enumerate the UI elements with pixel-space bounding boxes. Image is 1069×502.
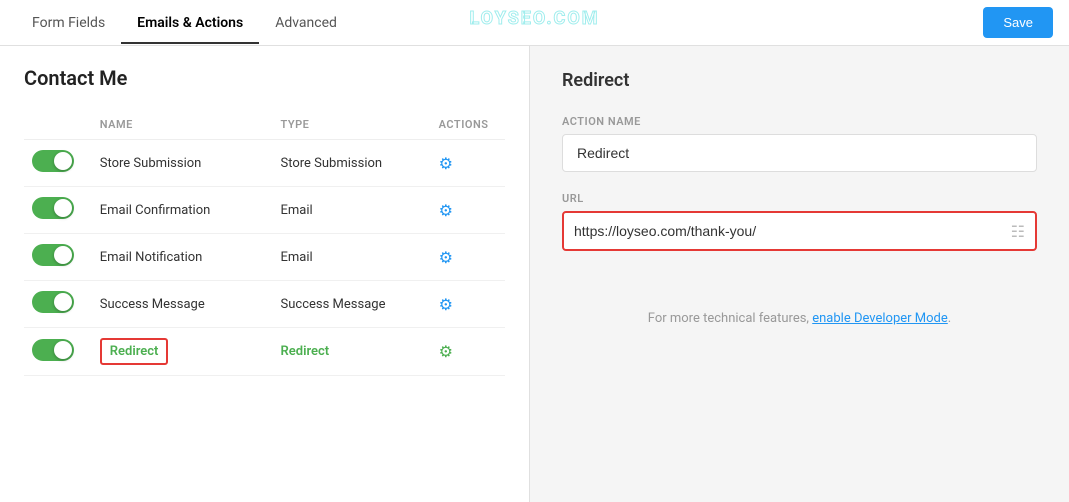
toggle-switch[interactable] xyxy=(32,339,74,361)
toggle-switch[interactable] xyxy=(32,291,74,313)
url-input-wrapper: ☷ xyxy=(562,211,1037,251)
copy-icon: ☷ xyxy=(1011,222,1025,241)
toggle-cell xyxy=(24,234,92,281)
url-input[interactable] xyxy=(574,213,1003,249)
col-header-type: TYPE xyxy=(273,110,431,140)
row-type: Redirect xyxy=(281,344,330,359)
gear-icon[interactable]: ⚙ xyxy=(439,154,453,173)
table-row: Success Message Success Message ⚙ xyxy=(24,281,505,328)
gear-icon[interactable]: ⚙ xyxy=(439,342,453,361)
dev-mode-link[interactable]: enable Developer Mode xyxy=(812,311,948,326)
tab-form-fields[interactable]: Form Fields xyxy=(16,3,121,43)
row-name: Store Submission xyxy=(100,156,202,171)
row-type-cell: Redirect xyxy=(273,328,431,376)
toggle-switch[interactable] xyxy=(32,150,74,172)
row-type-cell: Success Message xyxy=(273,281,431,328)
row-name: Success Message xyxy=(100,297,205,312)
row-type: Email xyxy=(281,203,313,218)
row-actions-cell: ⚙ xyxy=(431,234,505,281)
col-header-toggle xyxy=(24,110,92,140)
row-name[interactable]: Redirect xyxy=(100,338,169,365)
toggle-cell xyxy=(24,187,92,234)
row-type-cell: Email xyxy=(273,234,431,281)
row-actions-cell: ⚙ xyxy=(431,328,505,376)
left-panel: Contact Me NAME TYPE ACTIONS Store Submi… xyxy=(0,46,530,502)
row-actions-cell: ⚙ xyxy=(431,281,505,328)
action-name-group: ACTION NAME xyxy=(562,115,1037,172)
row-type: Email xyxy=(281,250,313,265)
row-type: Success Message xyxy=(281,297,386,312)
row-type-cell: Email xyxy=(273,187,431,234)
table-row: Redirect Redirect ⚙ xyxy=(24,328,505,376)
row-name-cell: Success Message xyxy=(92,281,273,328)
url-label: URL xyxy=(562,192,1037,205)
save-button[interactable]: Save xyxy=(983,7,1053,38)
dev-mode-period: . xyxy=(948,311,951,326)
toggle-cell xyxy=(24,328,92,376)
toggle-switch[interactable] xyxy=(32,197,74,219)
col-header-name: NAME xyxy=(92,110,273,140)
row-type-cell: Store Submission xyxy=(273,140,431,187)
gear-icon[interactable]: ⚙ xyxy=(439,248,453,267)
table-row: Email Confirmation Email ⚙ xyxy=(24,187,505,234)
right-panel: Redirect ACTION NAME URL ☷ For more tech… xyxy=(530,46,1069,502)
row-name-cell: Redirect xyxy=(92,328,273,376)
toggle-cell xyxy=(24,281,92,328)
tab-bar: Form Fields Emails & Actions Advanced LO… xyxy=(0,0,1069,46)
form-title: Contact Me xyxy=(24,66,505,90)
toggle-cell xyxy=(24,140,92,187)
toggle-switch[interactable] xyxy=(32,244,74,266)
action-name-input[interactable] xyxy=(562,134,1037,172)
tab-advanced[interactable]: Advanced xyxy=(259,3,353,43)
actions-table: NAME TYPE ACTIONS Store SubmissionStore … xyxy=(24,110,505,376)
url-group: URL ☷ xyxy=(562,192,1037,251)
dev-mode-text: For more technical features, enable Deve… xyxy=(562,311,1037,326)
row-type: Store Submission xyxy=(281,156,383,171)
table-row: Store Submission Store Submission ⚙ xyxy=(24,140,505,187)
row-name: Email Notification xyxy=(100,250,203,265)
action-name-label: ACTION NAME xyxy=(562,115,1037,128)
table-row: Email Notification Email ⚙ xyxy=(24,234,505,281)
gear-icon[interactable]: ⚙ xyxy=(439,295,453,314)
col-header-actions: ACTIONS xyxy=(431,110,505,140)
row-name-cell: Store Submission xyxy=(92,140,273,187)
row-name-cell: Email Confirmation xyxy=(92,187,273,234)
watermark: LOYSEO.COM xyxy=(470,8,600,29)
tab-emails-actions[interactable]: Emails & Actions xyxy=(121,3,259,43)
row-name: Email Confirmation xyxy=(100,203,211,218)
gear-icon[interactable]: ⚙ xyxy=(439,201,453,220)
main-content: Contact Me NAME TYPE ACTIONS Store Submi… xyxy=(0,46,1069,502)
panel-title: Redirect xyxy=(562,70,1037,91)
row-name-cell: Email Notification xyxy=(92,234,273,281)
row-actions-cell: ⚙ xyxy=(431,187,505,234)
dev-mode-prefix: For more technical features, xyxy=(648,311,812,326)
row-actions-cell: ⚙ xyxy=(431,140,505,187)
